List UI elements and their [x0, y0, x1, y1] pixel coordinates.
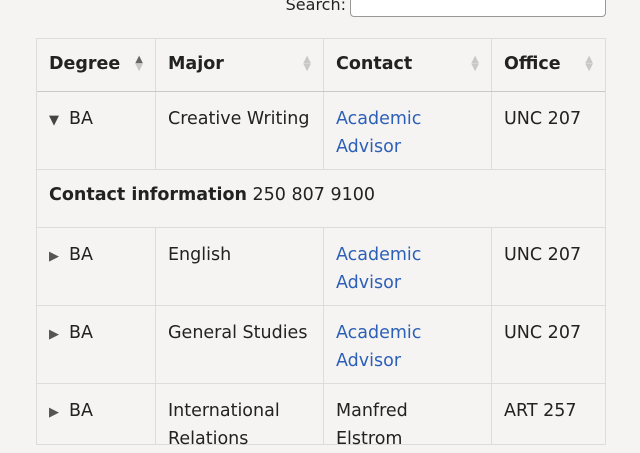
contact-link[interactable]: Academic Advisor: [336, 245, 421, 293]
office-cell: ART 257: [504, 401, 577, 421]
search-input[interactable]: [350, 0, 606, 17]
sort-both-icon[interactable]: ▲ ▼: [303, 50, 311, 73]
table-row[interactable]: ▶ BA International Relations Manfred Elst…: [37, 384, 605, 449]
degree-value: BA: [69, 245, 93, 265]
contact-cell: Manfred Elstrom: [324, 384, 492, 449]
contact-link[interactable]: Academic Advisor: [336, 323, 421, 371]
triangle-right-icon[interactable]: ▶: [49, 249, 59, 264]
column-header-label: Contact: [336, 54, 413, 74]
triangle-right-icon[interactable]: ▶: [49, 405, 59, 420]
column-header-label: Office: [504, 54, 561, 74]
contact-cell: Academic Advisor: [324, 306, 492, 383]
degree-value: BA: [69, 401, 93, 421]
contact-link[interactable]: Academic Advisor: [336, 109, 421, 157]
major-cell: Creative Writing: [156, 92, 324, 169]
table-row[interactable]: ▼ BA Creative Writing Academic Advisor UN…: [37, 92, 605, 170]
search-label: Search:: [285, 0, 346, 14]
sort-ascending-icon[interactable]: ▲ ▼: [135, 50, 143, 73]
detail-row: Contact information 250 807 9100: [37, 170, 605, 228]
major-cell: International Relations: [156, 384, 324, 449]
contact-cell: Academic Advisor: [324, 92, 492, 169]
degree-cell[interactable]: ▶ BA: [37, 306, 156, 383]
detail-label: Contact information: [49, 185, 247, 205]
major-cell: English: [156, 228, 324, 305]
office-cell: UNC 207: [504, 245, 582, 265]
table-row[interactable]: ▶ BA English Academic Advisor UNC 207: [37, 228, 605, 306]
column-header-degree[interactable]: Degree ▲ ▼: [37, 39, 156, 91]
degree-cell[interactable]: ▼ BA: [37, 92, 156, 169]
major-cell: General Studies: [156, 306, 324, 383]
degree-value: BA: [69, 109, 93, 129]
column-header-label: Major: [168, 54, 224, 74]
majors-table: Degree ▲ ▼ Major ▲ ▼ Contact ▲ ▼ Office ▲ ▼ …: [36, 38, 606, 449]
office-cell: UNC 207: [504, 323, 582, 343]
column-header-office[interactable]: Office ▲ ▼: [492, 39, 605, 91]
search-bar: Search:: [286, 0, 606, 17]
degree-cell[interactable]: ▶ BA: [37, 384, 156, 444]
triangle-right-icon[interactable]: ▶: [49, 327, 59, 342]
contact-information: Contact information 250 807 9100: [37, 170, 605, 227]
column-header-label: Degree: [49, 54, 121, 74]
table-row[interactable]: ▶ BA General Studies Academic Advisor UNC…: [37, 306, 605, 384]
office-cell: UNC 207: [504, 109, 582, 129]
sort-both-icon[interactable]: ▲ ▼: [471, 50, 479, 73]
column-header-major[interactable]: Major ▲ ▼: [156, 39, 324, 91]
detail-phone: 250 807 9100: [252, 185, 375, 205]
triangle-down-icon[interactable]: ▼: [49, 113, 59, 128]
degree-cell[interactable]: ▶ BA: [37, 228, 156, 305]
contact-cell: Academic Advisor: [324, 228, 492, 305]
column-header-contact[interactable]: Contact ▲ ▼: [324, 39, 492, 91]
degree-value: BA: [69, 323, 93, 343]
table-header-row: Degree ▲ ▼ Major ▲ ▼ Contact ▲ ▼ Office ▲ ▼: [37, 38, 605, 92]
sort-both-icon[interactable]: ▲ ▼: [585, 50, 593, 73]
